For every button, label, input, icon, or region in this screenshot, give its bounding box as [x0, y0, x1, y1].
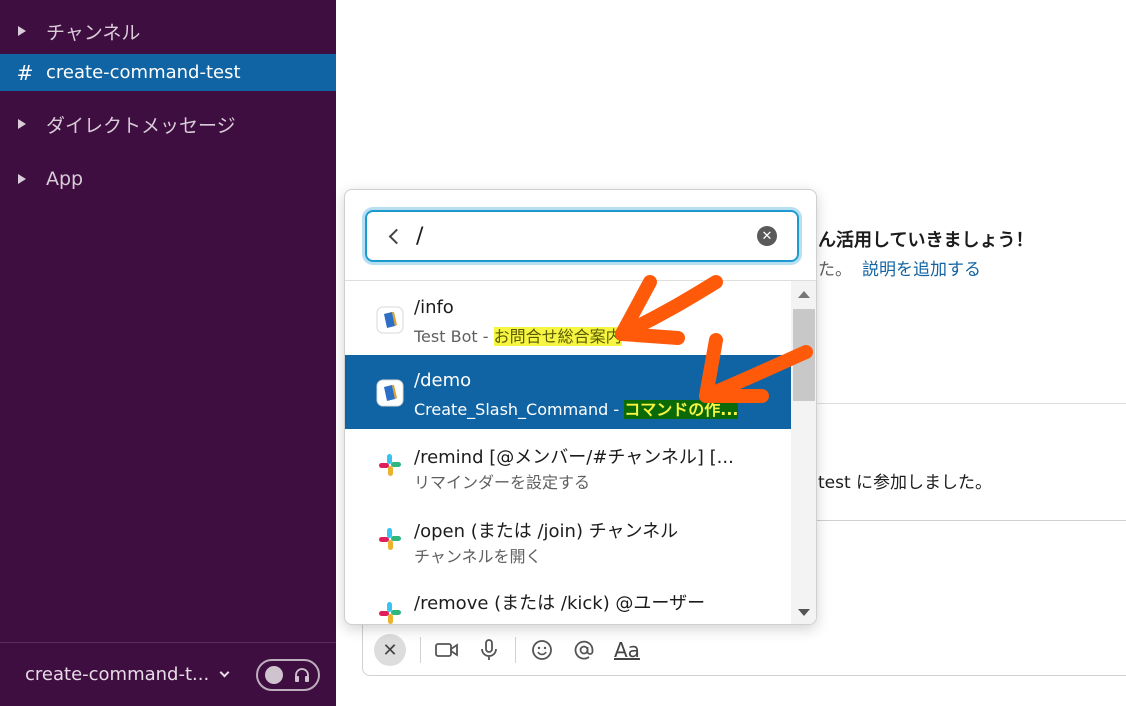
- sidebar-section-app[interactable]: App: [0, 162, 336, 196]
- command-description: リマインダーを設定する: [414, 473, 591, 492]
- command-description: Test Bot - お問合せ総合案内: [414, 323, 622, 347]
- sidebar-section-direct-messages[interactable]: ダイレクトメッセージ: [0, 107, 336, 141]
- command-name: /remove (または /kick) @ユーザー: [414, 593, 706, 614]
- bot-app-icon: [376, 306, 404, 334]
- toggle-knob: [265, 665, 284, 684]
- slash-command-popup: ✕ /info Test Bot - お問合せ総合案内: [344, 189, 817, 625]
- slack-window: チャンネル # create-command-test ダイレクトメッセージ A…: [0, 0, 1126, 706]
- message-divider: [816, 403, 1126, 404]
- command-list: /info Test Bot - お問合せ総合案内 /demo Create_S…: [345, 281, 791, 624]
- composer-toolbar: ✕ Aa: [374, 632, 640, 668]
- mention-icon[interactable]: [572, 638, 596, 662]
- headphones-icon: [295, 667, 310, 682]
- add-description-link[interactable]: 説明を追加する: [862, 260, 981, 280]
- formatting-button[interactable]: Aa: [614, 638, 640, 662]
- scrollbar-thumb[interactable]: [793, 309, 815, 401]
- sidebar-section-label: App: [46, 168, 84, 190]
- video-icon[interactable]: [435, 638, 459, 662]
- slack-logo-icon: [379, 528, 401, 550]
- microphone-icon[interactable]: [477, 638, 501, 662]
- channel-intro-subtext: た。 説明を追加する: [818, 255, 981, 280]
- command-item-demo[interactable]: /demo Create_Slash_Command - コマンドの作...: [345, 355, 791, 429]
- scroll-up-arrow-icon[interactable]: [798, 291, 810, 298]
- sidebar: チャンネル # create-command-test ダイレクトメッセージ A…: [0, 0, 336, 706]
- caret-right-icon: [18, 119, 26, 129]
- sidebar-section-label: チャンネル: [46, 21, 141, 44]
- huddle-toggle[interactable]: [256, 658, 321, 691]
- caret-right-icon: [18, 26, 26, 36]
- channel-intro-text: た。: [818, 260, 852, 280]
- sidebar-section-channels[interactable]: チャンネル: [0, 14, 336, 48]
- toolbar-divider: [420, 637, 421, 663]
- command-item-remove[interactable]: /remove (または /kick) @ユーザー: [345, 577, 791, 624]
- command-item-info[interactable]: /info Test Bot - お問合せ総合案内: [345, 281, 791, 355]
- back-chevron-icon[interactable]: [388, 228, 405, 244]
- command-name: /open (または /join) チャンネル: [414, 521, 679, 542]
- command-search-box: ✕: [365, 210, 799, 262]
- sidebar-section-label: ダイレクトメッセージ: [46, 114, 236, 137]
- highlighted-description: コマンドの作...: [624, 400, 739, 419]
- command-description: Create_Slash_Command - コマンドの作...: [414, 396, 739, 420]
- scroll-down-arrow-icon[interactable]: [798, 609, 810, 616]
- command-app-name: Test Bot -: [414, 327, 494, 346]
- sidebar-footer: create-command-t...: [0, 642, 336, 706]
- emoji-icon[interactable]: [530, 638, 554, 662]
- hash-icon: #: [16, 60, 34, 85]
- sidebar-item-label: create-command-test: [46, 62, 241, 83]
- chevron-down-icon[interactable]: [219, 667, 230, 678]
- command-name: /remind [@メンバー/#チャンネル] [...: [414, 447, 734, 468]
- command-name: /demo: [414, 370, 472, 391]
- slack-logo-icon: [379, 454, 401, 476]
- toolbar-divider: [515, 637, 516, 663]
- highlighted-description: お問合せ総合案内: [493, 327, 622, 346]
- join-message: test に参加しました。: [818, 473, 993, 493]
- slack-logo-icon: [379, 602, 401, 624]
- popup-scrollbar[interactable]: [791, 281, 816, 624]
- caret-right-icon: [18, 174, 26, 184]
- command-app-name: Create_Slash_Command -: [414, 400, 625, 419]
- bot-app-icon: [376, 379, 404, 407]
- clear-icon[interactable]: ✕: [757, 226, 777, 246]
- sidebar-item-create-command-test[interactable]: # create-command-test: [0, 54, 336, 91]
- channel-intro-heading: ん活用していきましょう！: [818, 230, 1034, 251]
- command-search-input[interactable]: [416, 223, 736, 249]
- close-icon[interactable]: ✕: [374, 634, 406, 666]
- workspace-switcher[interactable]: create-command-t...: [25, 664, 209, 685]
- command-name: /info: [414, 297, 454, 318]
- command-item-open[interactable]: /open (または /join) チャンネル チャンネルを開く: [345, 503, 791, 577]
- command-item-remind[interactable]: /remind [@メンバー/#チャンネル] [... リマインダーを設定する: [345, 429, 791, 503]
- command-description: チャンネルを開く: [414, 547, 542, 566]
